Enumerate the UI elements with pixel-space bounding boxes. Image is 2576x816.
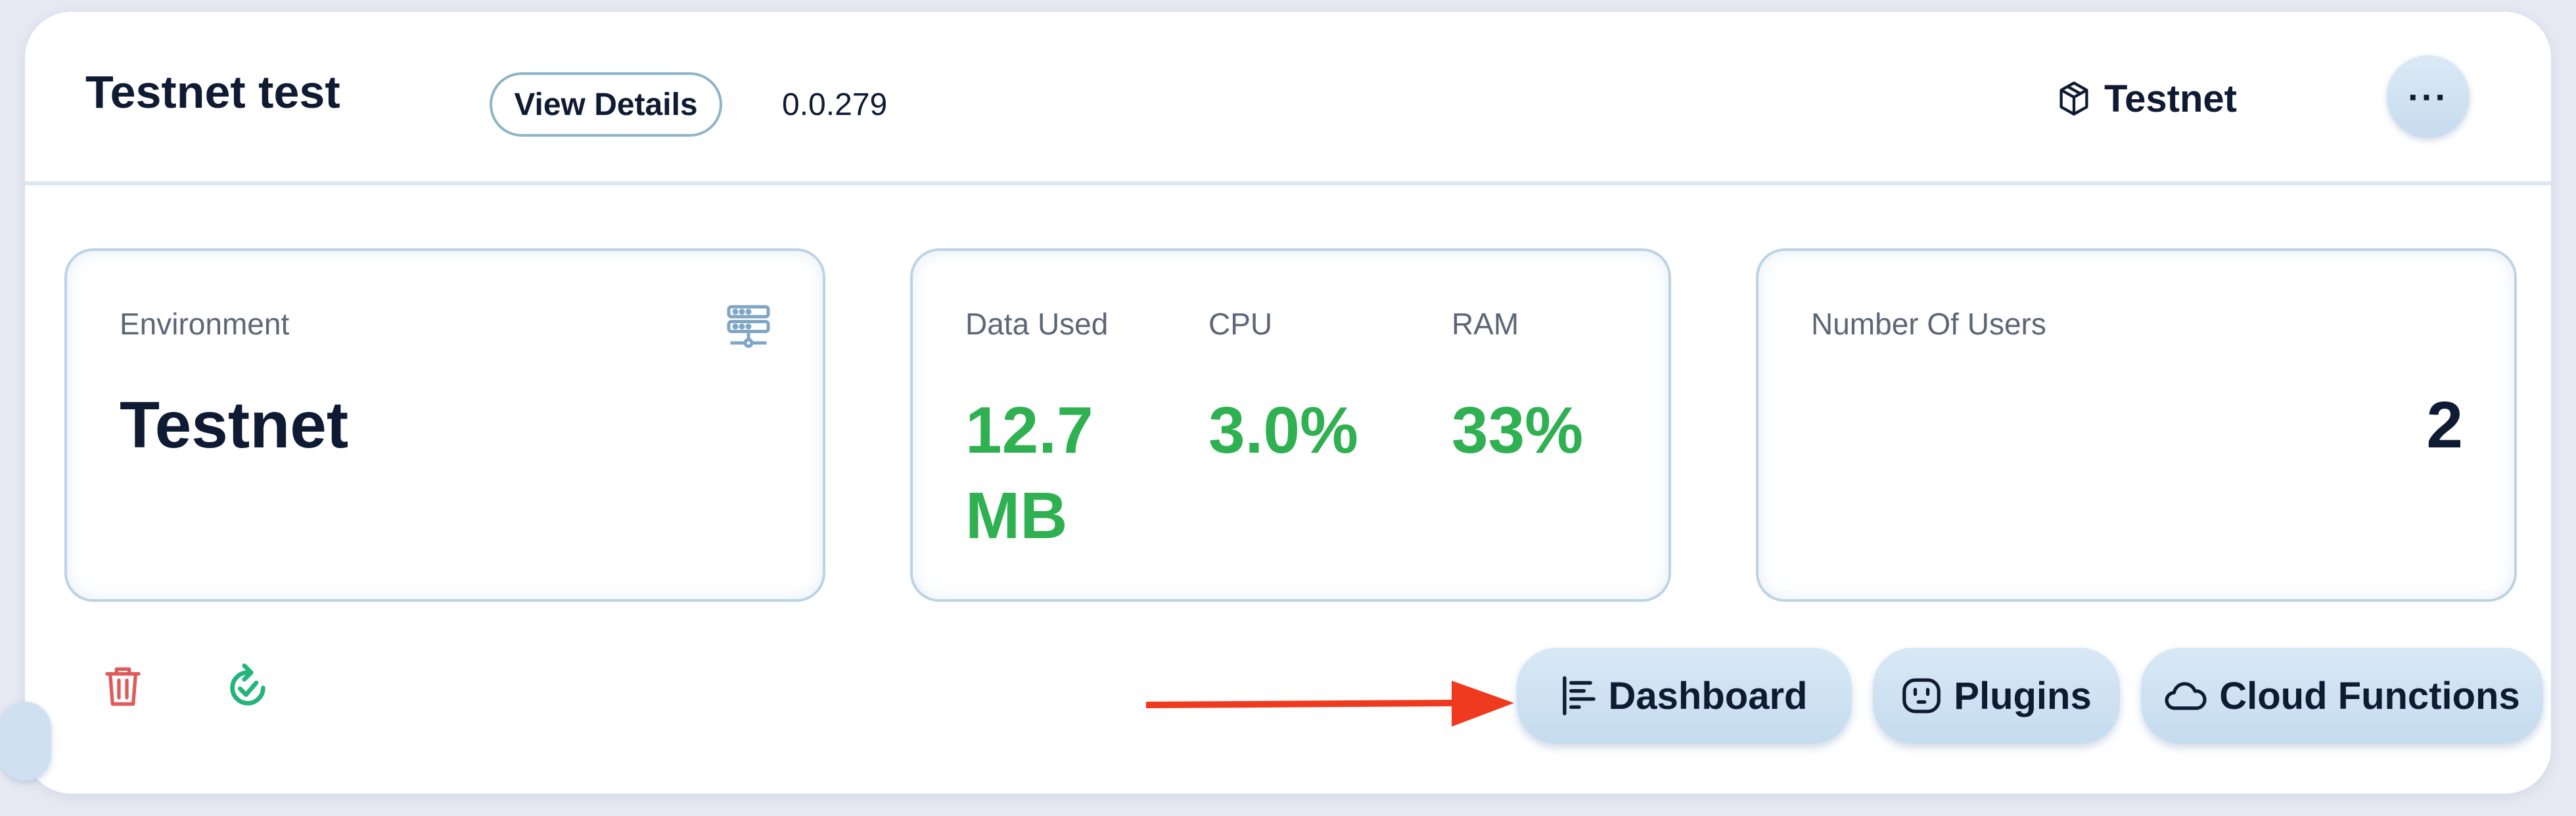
version-label: 0.0.279 [782, 87, 888, 122]
dashboard-label: Dashboard [1608, 674, 1808, 717]
trash-icon[interactable] [104, 664, 142, 710]
app-title: Testnet test [85, 66, 340, 118]
more-options-button[interactable]: ··· [2387, 55, 2470, 138]
side-scroll-handle[interactable] [0, 702, 51, 781]
card-header: Testnet test View Details 0.0.279 Testne… [25, 12, 2551, 185]
ram-label: RAM [1452, 307, 1519, 341]
server-icon [727, 305, 770, 348]
network-label: Testnet [2104, 77, 2237, 120]
plugins-label: Plugins [1954, 674, 2092, 717]
environment-value: Testnet [120, 388, 349, 462]
plugins-button[interactable]: Plugins [1873, 648, 2120, 744]
cpu-label: CPU [1208, 307, 1273, 341]
dashboard-button[interactable]: Dashboard [1517, 648, 1852, 744]
environment-card: Environment Testnet [64, 248, 825, 602]
users-label: Number Of Users [1811, 307, 2046, 341]
pointer-arrow-icon [1146, 681, 1514, 727]
plug-socket-icon [1902, 678, 1941, 714]
data-used-unit: MB [965, 479, 1068, 553]
data-used-number: 12.7 [965, 394, 1093, 467]
cube-icon [2059, 81, 2088, 116]
ram-value: 33% [1452, 394, 1584, 467]
users-card: Number Of Users 2 [1756, 248, 2517, 602]
cloud-functions-label: Cloud Functions [2219, 674, 2520, 717]
refresh-check-icon[interactable] [223, 662, 272, 714]
page: Testnet test View Details 0.0.279 Testne… [0, 0, 2576, 816]
view-details-button[interactable]: View Details [490, 72, 722, 137]
cloud-functions-button[interactable]: Cloud Functions [2141, 648, 2543, 744]
resources-card: Data Used CPU RAM 12.7 MB 3.0% 33% [910, 248, 1671, 602]
data-used-value: 12.7 MB [965, 388, 1093, 558]
cloud-icon [2165, 682, 2207, 710]
environment-label: Environment [120, 307, 290, 341]
data-used-label: Data Used [965, 307, 1109, 341]
users-value: 2 [2426, 388, 2463, 462]
network-badge: Testnet [2057, 72, 2237, 125]
bar-chart-icon [1562, 676, 1596, 715]
cpu-value: 3.0% [1208, 394, 1358, 467]
app-card: Testnet test View Details 0.0.279 Testne… [0, 12, 2551, 794]
